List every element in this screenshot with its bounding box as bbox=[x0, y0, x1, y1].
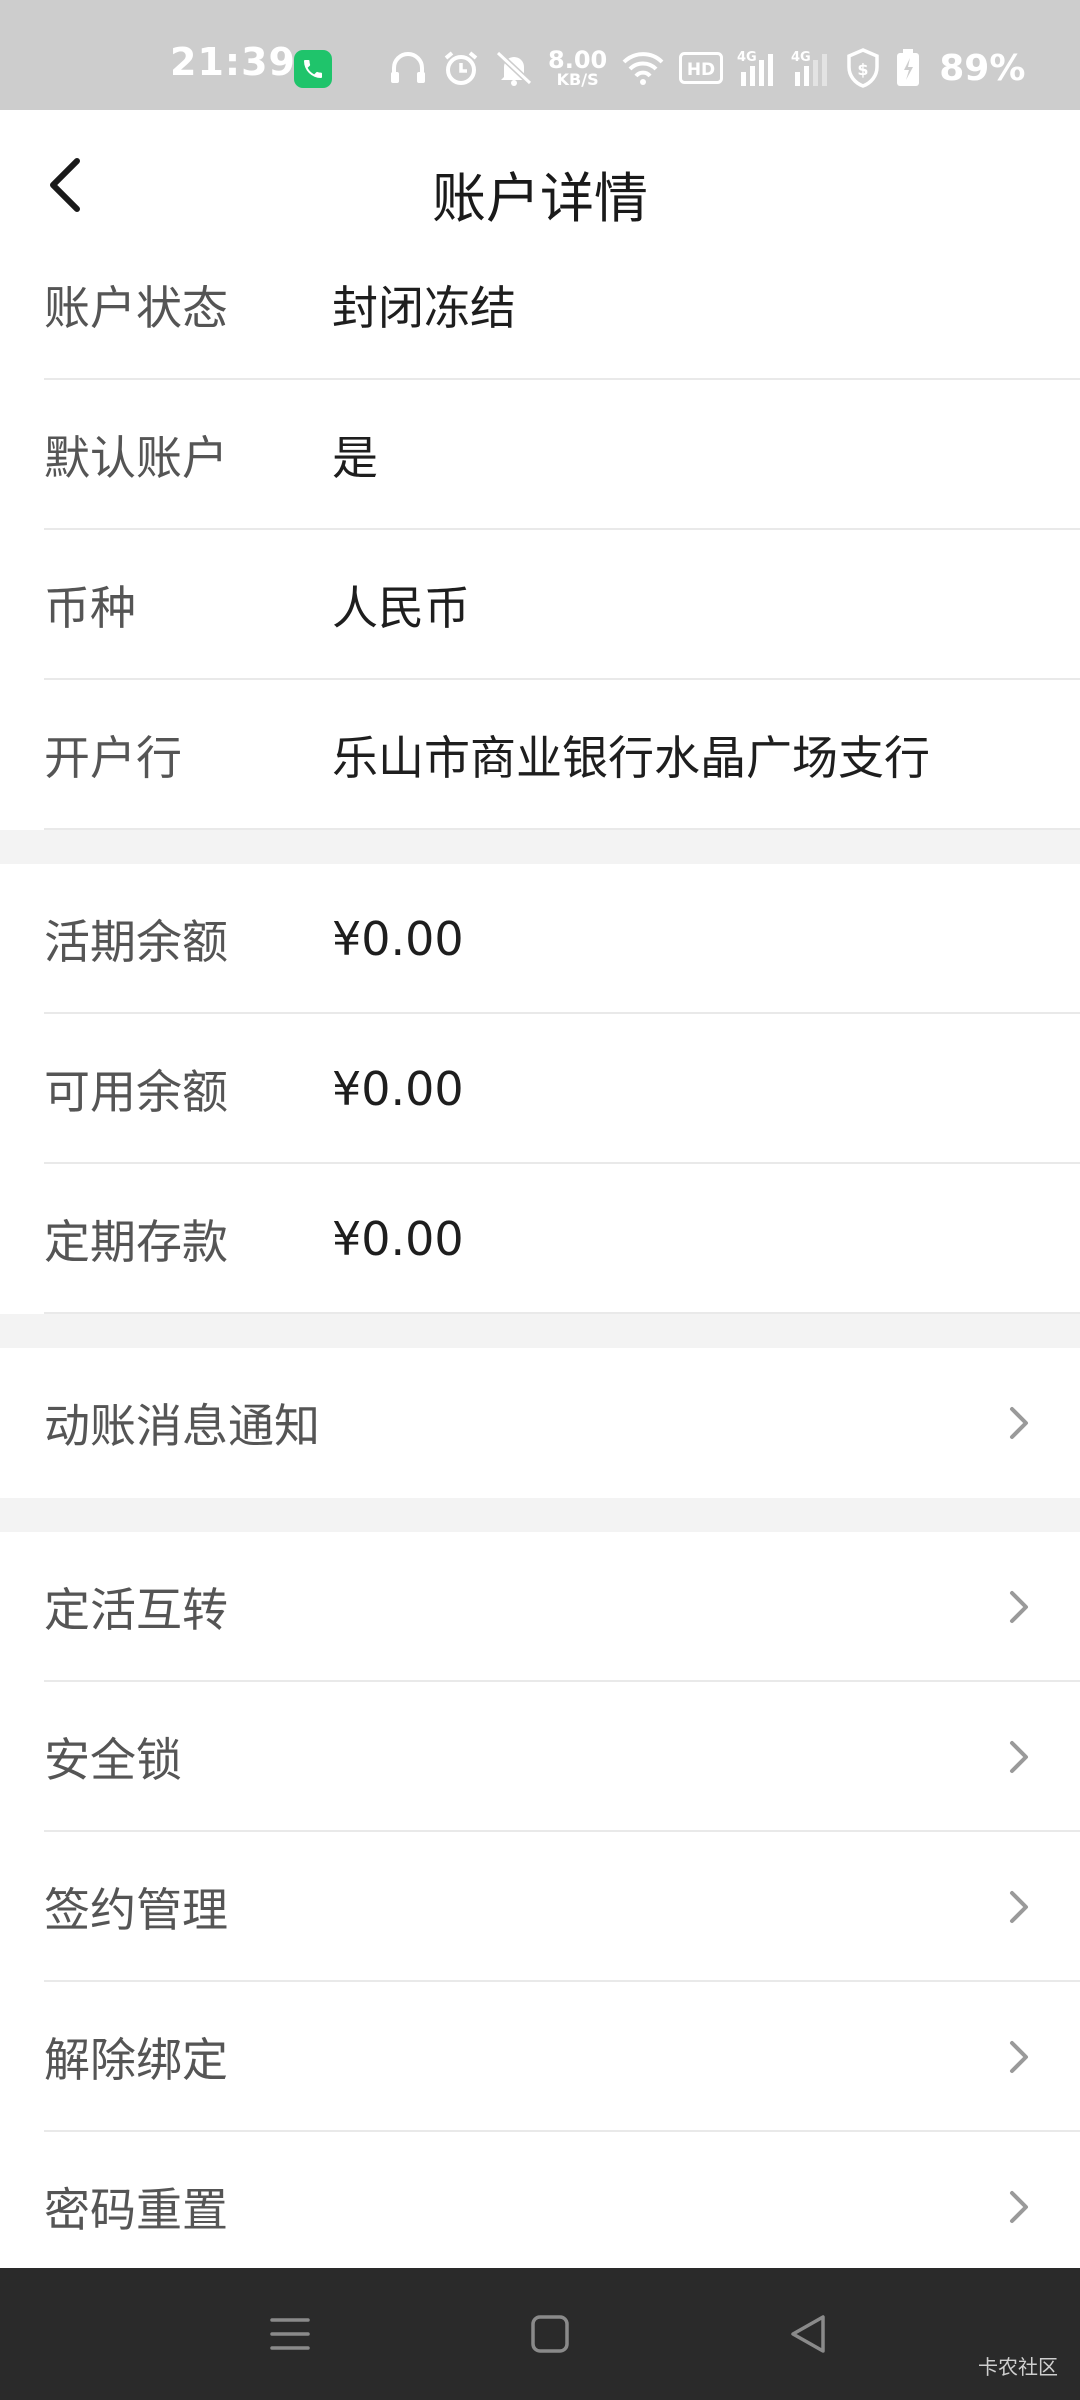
row-label: 开户行 bbox=[44, 731, 182, 785]
row-label: 定活互转 bbox=[44, 1583, 228, 1637]
fixed-current-transfer-item[interactable]: 定活互转 bbox=[0, 1532, 1080, 1682]
hd-voice-icon: HD bbox=[679, 52, 724, 84]
row-value: ¥0.00 bbox=[332, 1062, 464, 1116]
watermark-text: 卡农社区 bbox=[978, 2355, 1058, 2379]
home-button[interactable] bbox=[518, 2302, 582, 2366]
menu-button[interactable] bbox=[258, 2302, 322, 2366]
wifi-icon bbox=[621, 50, 665, 86]
back-nav-button[interactable] bbox=[776, 2302, 840, 2366]
chevron-right-icon bbox=[1010, 1891, 1028, 1923]
back-triangle-icon bbox=[791, 2315, 825, 2353]
home-square-icon bbox=[531, 2315, 569, 2353]
actions-section: 定活互转 安全锁 签约管理 解除绑定 密码重置 bbox=[0, 1532, 1080, 2268]
menu-icon bbox=[270, 2318, 310, 2350]
signal-sim2-icon: 4G bbox=[791, 48, 831, 88]
row-label: 解除绑定 bbox=[44, 2033, 228, 2087]
password-reset-item[interactable]: 密码重置 bbox=[0, 2132, 1080, 2282]
section-gap bbox=[0, 830, 1080, 864]
current-balance-row: 活期余额 ¥0.00 bbox=[0, 864, 1080, 1014]
row-value: ¥0.00 bbox=[332, 1212, 464, 1266]
row-value: 乐山市商业银行水晶广场支行 bbox=[332, 731, 930, 785]
chevron-right-icon bbox=[1010, 2041, 1028, 2073]
row-value: 封闭冻结 bbox=[332, 281, 516, 335]
balance-section: 活期余额 ¥0.00 可用余额 ¥0.00 定期存款 ¥0.00 bbox=[0, 864, 1080, 1314]
row-value: 人民币 bbox=[332, 581, 470, 635]
status-bar: 21:39 8.00 KB/S HD 4G 4G $ 89% bbox=[0, 0, 1080, 110]
account-notification-item[interactable]: 动账消息通知 bbox=[0, 1348, 1080, 1498]
row-label: 币种 bbox=[44, 581, 136, 635]
row-label: 签约管理 bbox=[44, 1883, 228, 1937]
account-info-section: 账户状态 封闭冻结 默认账户 是 币种 人民币 开户行 乐山市商业银行水晶广场支… bbox=[0, 230, 1080, 830]
security-shield-icon: $ bbox=[845, 48, 881, 88]
sim2-label: 4G bbox=[791, 50, 811, 65]
net-speed-value: 8.00 bbox=[548, 46, 608, 74]
currency-row: 币种 人民币 bbox=[0, 530, 1080, 680]
system-nav-bar: 卡农社区 bbox=[0, 2268, 1080, 2400]
network-speed: 8.00 KB/S bbox=[548, 48, 607, 88]
chevron-right-icon bbox=[1010, 1741, 1028, 1773]
row-label: 可用余额 bbox=[44, 1065, 228, 1119]
signal-sim1-icon: 4G bbox=[737, 48, 777, 88]
phone-call-icon[interactable] bbox=[294, 50, 332, 88]
alarm-clock-icon bbox=[442, 49, 480, 87]
battery-percent: 89% bbox=[939, 47, 1026, 89]
page-title: 账户详情 bbox=[432, 167, 648, 230]
row-label: 账户状态 bbox=[44, 281, 228, 335]
hd-label: HD bbox=[687, 60, 715, 80]
default-account-row: 默认账户 是 bbox=[0, 380, 1080, 530]
notice-section: 动账消息通知 bbox=[0, 1348, 1080, 1498]
opening-bank-row: 开户行 乐山市商业银行水晶广场支行 bbox=[0, 680, 1080, 830]
account-status-row: 账户状态 封闭冻结 bbox=[0, 230, 1080, 380]
row-label: 动账消息通知 bbox=[44, 1399, 320, 1453]
row-value: ¥0.00 bbox=[332, 912, 464, 966]
row-label: 密码重置 bbox=[44, 2183, 228, 2237]
chevron-right-icon bbox=[1010, 1407, 1028, 1439]
chevron-right-icon bbox=[1010, 1591, 1028, 1623]
row-label: 定期存款 bbox=[44, 1215, 228, 1269]
section-gap bbox=[0, 1498, 1080, 1532]
section-gap bbox=[0, 1314, 1080, 1348]
mute-bell-icon bbox=[494, 49, 534, 87]
row-label: 默认账户 bbox=[44, 431, 228, 485]
row-label: 安全锁 bbox=[44, 1733, 182, 1787]
sim1-label: 4G bbox=[737, 50, 757, 65]
fixed-deposit-row: 定期存款 ¥0.00 bbox=[0, 1164, 1080, 1314]
battery-charging-icon bbox=[895, 48, 921, 88]
unbind-item[interactable]: 解除绑定 bbox=[0, 1982, 1080, 2132]
net-speed-unit: KB/S bbox=[556, 70, 599, 89]
chevron-right-icon bbox=[1010, 2191, 1028, 2223]
contract-management-item[interactable]: 签约管理 bbox=[0, 1832, 1080, 1982]
headphones-icon bbox=[388, 50, 428, 86]
security-lock-item[interactable]: 安全锁 bbox=[0, 1682, 1080, 1832]
status-time: 21:39 bbox=[170, 40, 296, 84]
available-balance-row: 可用余额 ¥0.00 bbox=[0, 1014, 1080, 1164]
svg-text:$: $ bbox=[858, 60, 869, 79]
row-value: 是 bbox=[332, 431, 378, 485]
row-label: 活期余额 bbox=[44, 915, 228, 969]
